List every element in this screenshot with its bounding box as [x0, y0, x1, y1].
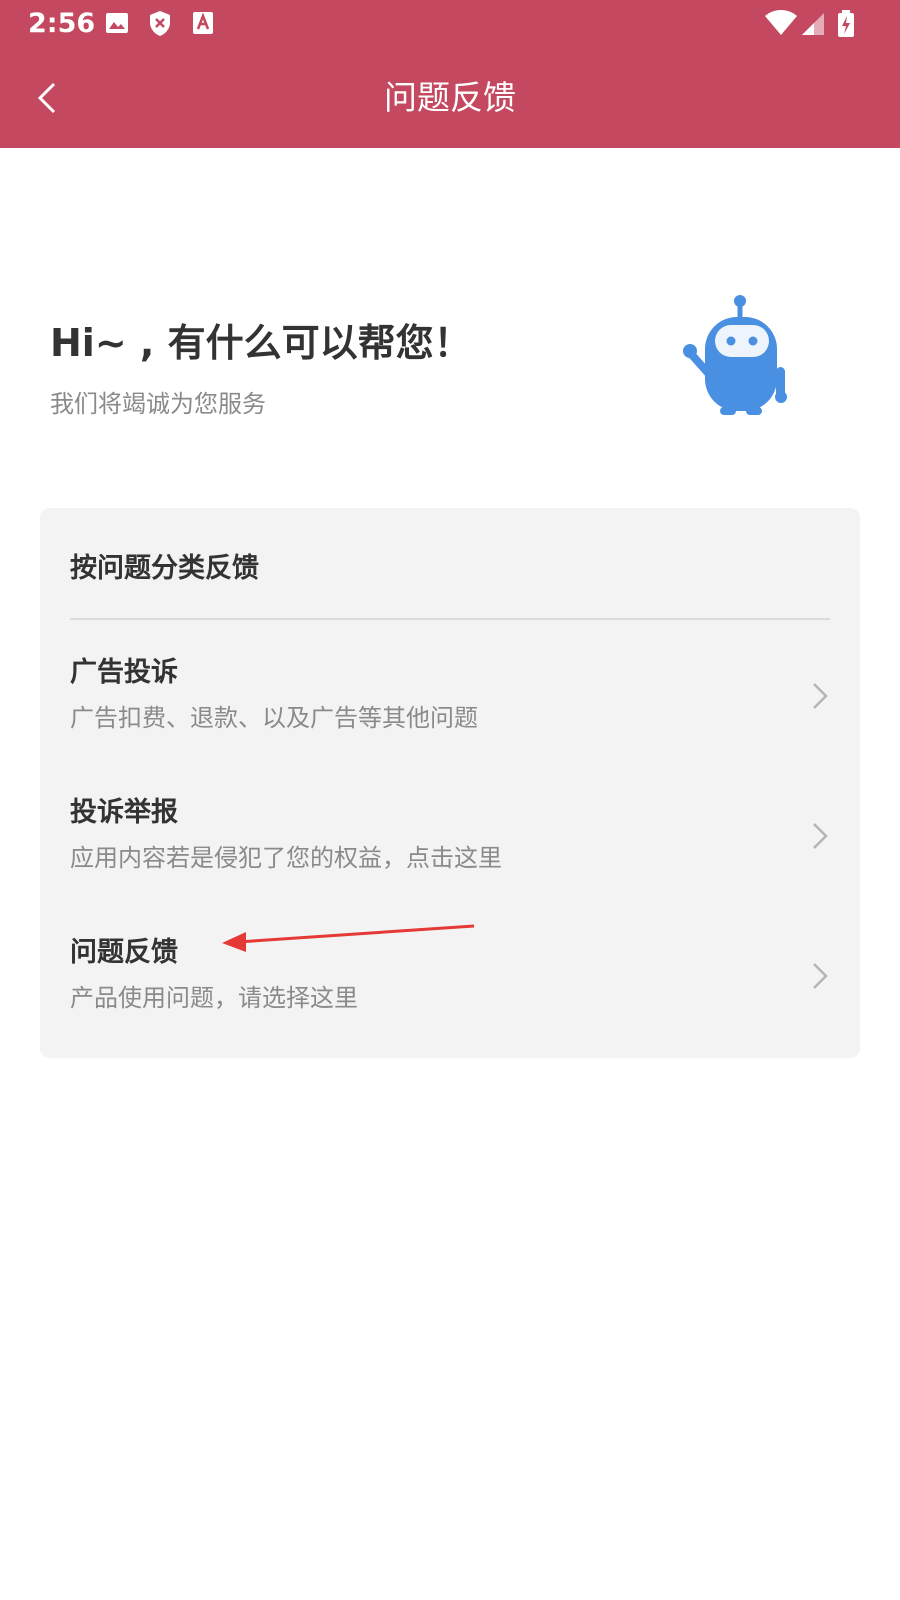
status-bar: 2:56 [0, 0, 900, 48]
chevron-right-icon [813, 683, 828, 709]
status-time: 2:56 [28, 8, 96, 39]
item-title: 问题反馈 [70, 937, 178, 968]
greeting-heading: Hi~ , 有什么可以帮您！ [50, 321, 472, 365]
feedback-item-ad-complaint[interactable]: 广告投诉 广告扣费、退款、以及广告等其他问题 [40, 650, 860, 790]
text-icon [193, 12, 213, 34]
item-description: 应用内容若是侵犯了您的权益，点击这里 [70, 844, 502, 872]
battery-charging-icon [838, 10, 854, 37]
greeting-subtitle: 我们将竭诚为您服务 [50, 390, 266, 418]
feedback-category-card: 按问题分类反馈 广告投诉 广告扣费、退款、以及广告等其他问题 投诉举报 应用内容… [40, 508, 860, 1058]
divider [70, 618, 830, 620]
wifi-icon [765, 10, 797, 35]
item-description: 产品使用问题，请选择这里 [70, 984, 358, 1012]
shield-x-icon [150, 11, 170, 36]
item-title: 广告投诉 [70, 657, 178, 688]
image-icon [106, 13, 128, 33]
item-description: 广告扣费、退款、以及广告等其他问题 [70, 704, 478, 732]
feedback-item-report[interactable]: 投诉举报 应用内容若是侵犯了您的权益，点击这里 [40, 790, 860, 930]
signal-icon [802, 13, 824, 35]
chevron-right-icon [813, 823, 828, 849]
section-title: 按问题分类反馈 [70, 553, 259, 584]
annotation-arrow-icon [222, 924, 475, 952]
app-bar: 问题反馈 [0, 48, 900, 148]
chevron-right-icon [813, 963, 828, 989]
robot-icon [683, 295, 787, 415]
item-title: 投诉举报 [70, 797, 178, 828]
page-title: 问题反馈 [384, 78, 516, 117]
